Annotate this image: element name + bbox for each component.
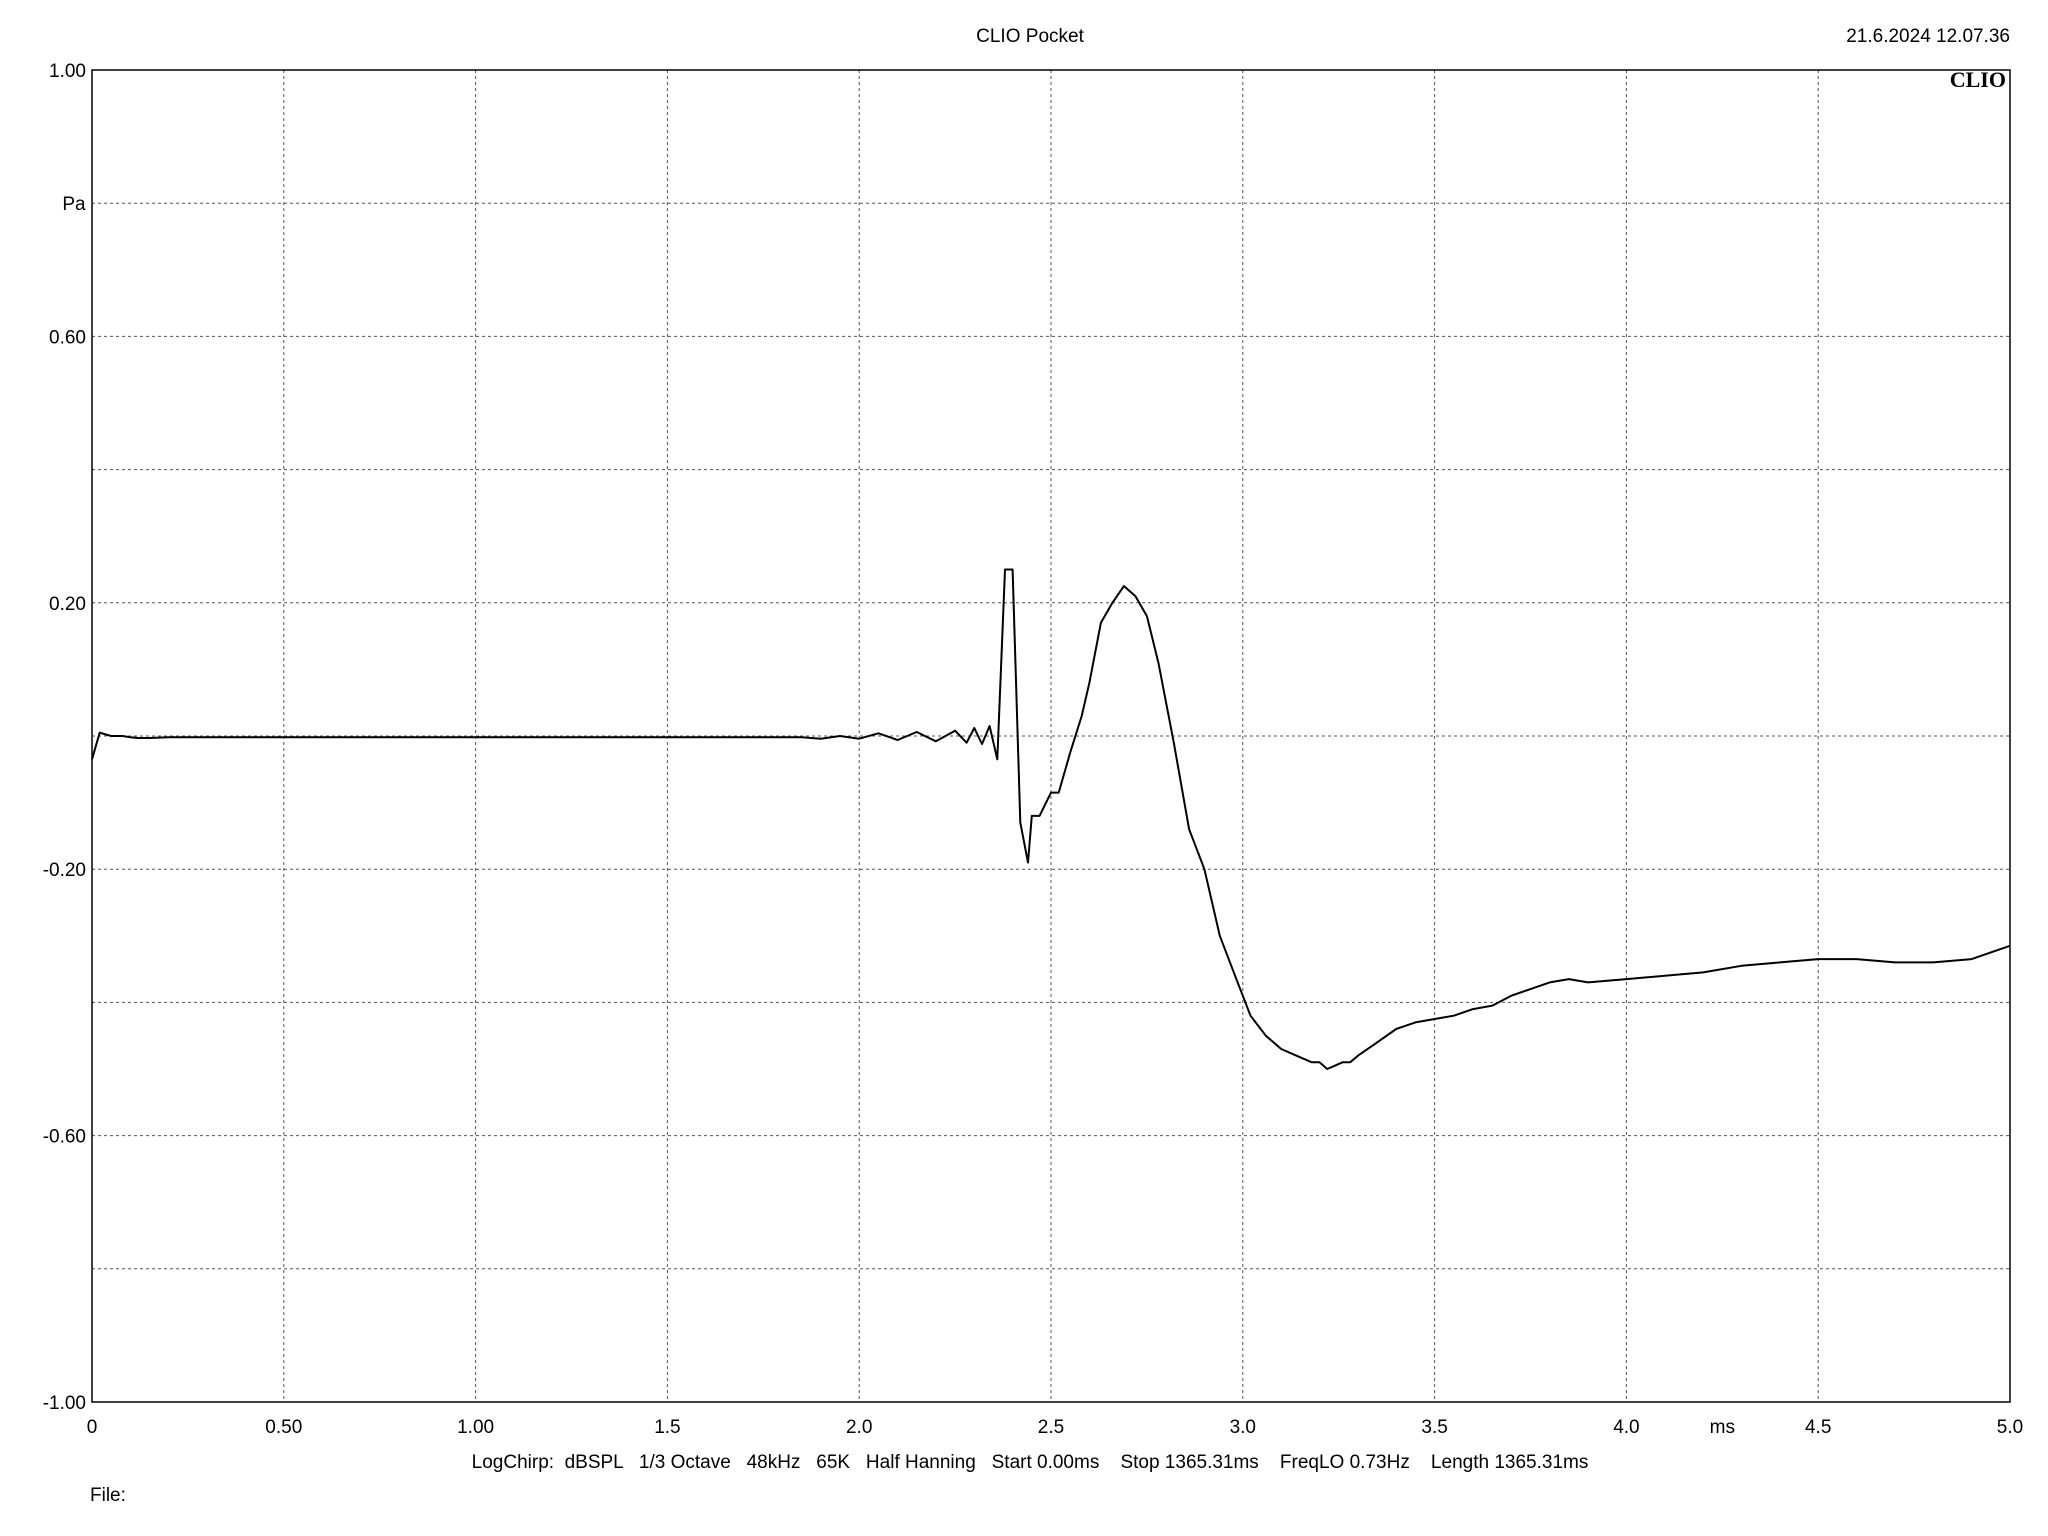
y-tick-label: 0.60	[49, 327, 86, 348]
impulse-response-chart: CLIO Pocket 21.6.2024 12.07.36 CLIO 1.00…	[43, 26, 2024, 1506]
x-tick-label: 3.5	[1421, 1417, 1447, 1438]
x-tick-label: 1.5	[654, 1417, 680, 1438]
y-axis-unit-label: Pa	[62, 194, 86, 215]
y-axis-ticks: 1.00 0.60 0.20 -0.20 -0.60 -1.00	[43, 61, 86, 1414]
x-tick-label: 2.5	[1038, 1417, 1064, 1438]
x-axis-unit-label: ms	[1710, 1417, 1735, 1438]
clio-logo: CLIO	[1950, 67, 2006, 92]
x-tick-label: 4.5	[1805, 1417, 1831, 1438]
chart-title: CLIO Pocket	[976, 26, 1084, 47]
measurement-settings: LogChirp: dBSPL 1/3 Octave 48kHz 65K Hal…	[472, 1452, 1589, 1473]
x-tick-label: 2.0	[846, 1417, 872, 1438]
y-tick-label: -0.20	[43, 860, 86, 881]
x-tick-label: 3.0	[1230, 1417, 1256, 1438]
file-label: File:	[90, 1485, 126, 1506]
x-tick-label: 5.0	[1997, 1417, 2023, 1438]
x-tick-label: 0.50	[265, 1417, 302, 1438]
x-tick-label: 0	[87, 1417, 98, 1438]
y-tick-label: -0.60	[43, 1127, 86, 1148]
x-tick-label: 4.0	[1613, 1417, 1639, 1438]
y-tick-label: -1.00	[43, 1393, 86, 1414]
grid-lines	[92, 70, 2010, 1402]
timestamp: 21.6.2024 12.07.36	[1846, 26, 2010, 47]
y-tick-label: 0.20	[49, 594, 86, 615]
x-tick-label: 1.00	[457, 1417, 494, 1438]
y-tick-label: 1.00	[49, 61, 86, 82]
